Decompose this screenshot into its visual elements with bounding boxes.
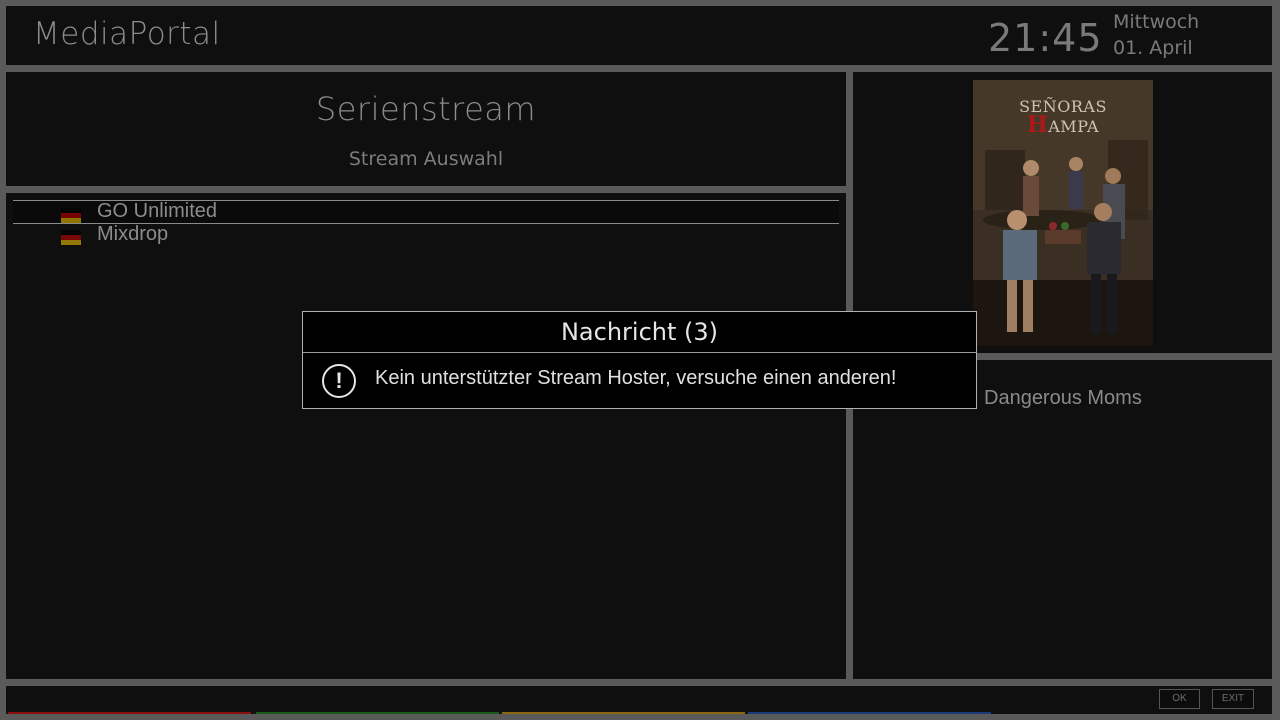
message-dialog: Nachricht (3) ! Kein unterstützter Strea… bbox=[302, 311, 977, 409]
list-item-label: GO Unlimited bbox=[97, 200, 218, 222]
list-item-mixdrop[interactable]: Mixdrop bbox=[13, 223, 839, 246]
app-title: MediaPortal bbox=[33, 16, 221, 52]
series-poster: SEÑORAS HAMPA bbox=[973, 80, 1153, 346]
plugin-title: Serienstream bbox=[315, 90, 537, 128]
weekday: Mittwoch bbox=[1113, 11, 1200, 33]
top-bar: MediaPortal 21:45 Mittwoch 01. April bbox=[6, 6, 1272, 65]
yellow-key-indicator[interactable] bbox=[502, 712, 745, 714]
stream-list: GO Unlimited Mixdrop bbox=[6, 193, 846, 679]
exclamation-circle-icon: ! bbox=[322, 364, 356, 398]
red-key-indicator[interactable] bbox=[8, 712, 251, 714]
series-title: Dangerous Moms bbox=[984, 387, 1142, 409]
de-flag-icon bbox=[61, 230, 81, 245]
list-item-go-unlimited[interactable]: GO Unlimited bbox=[13, 200, 839, 224]
dialog-title: Nachricht (3) bbox=[303, 312, 976, 353]
poster-title: SEÑORAS HAMPA bbox=[1019, 97, 1107, 138]
bottom-bar: OK EXIT bbox=[6, 686, 1272, 714]
dialog-message: Kein unterstützter Stream Hoster, versuc… bbox=[375, 367, 897, 389]
plugin-subtitle: Stream Auswahl bbox=[348, 148, 504, 170]
list-item-label: Mixdrop bbox=[97, 223, 169, 245]
blue-key-indicator[interactable] bbox=[748, 712, 991, 714]
clock: 21:45 bbox=[988, 16, 1103, 60]
exit-button[interactable]: EXIT bbox=[1212, 689, 1254, 709]
green-key-indicator[interactable] bbox=[256, 712, 499, 714]
date: 01. April bbox=[1113, 37, 1193, 59]
ok-button[interactable]: OK bbox=[1159, 689, 1200, 709]
plugin-header: Serienstream Stream Auswahl bbox=[6, 72, 846, 186]
de-flag-icon bbox=[61, 208, 81, 223]
